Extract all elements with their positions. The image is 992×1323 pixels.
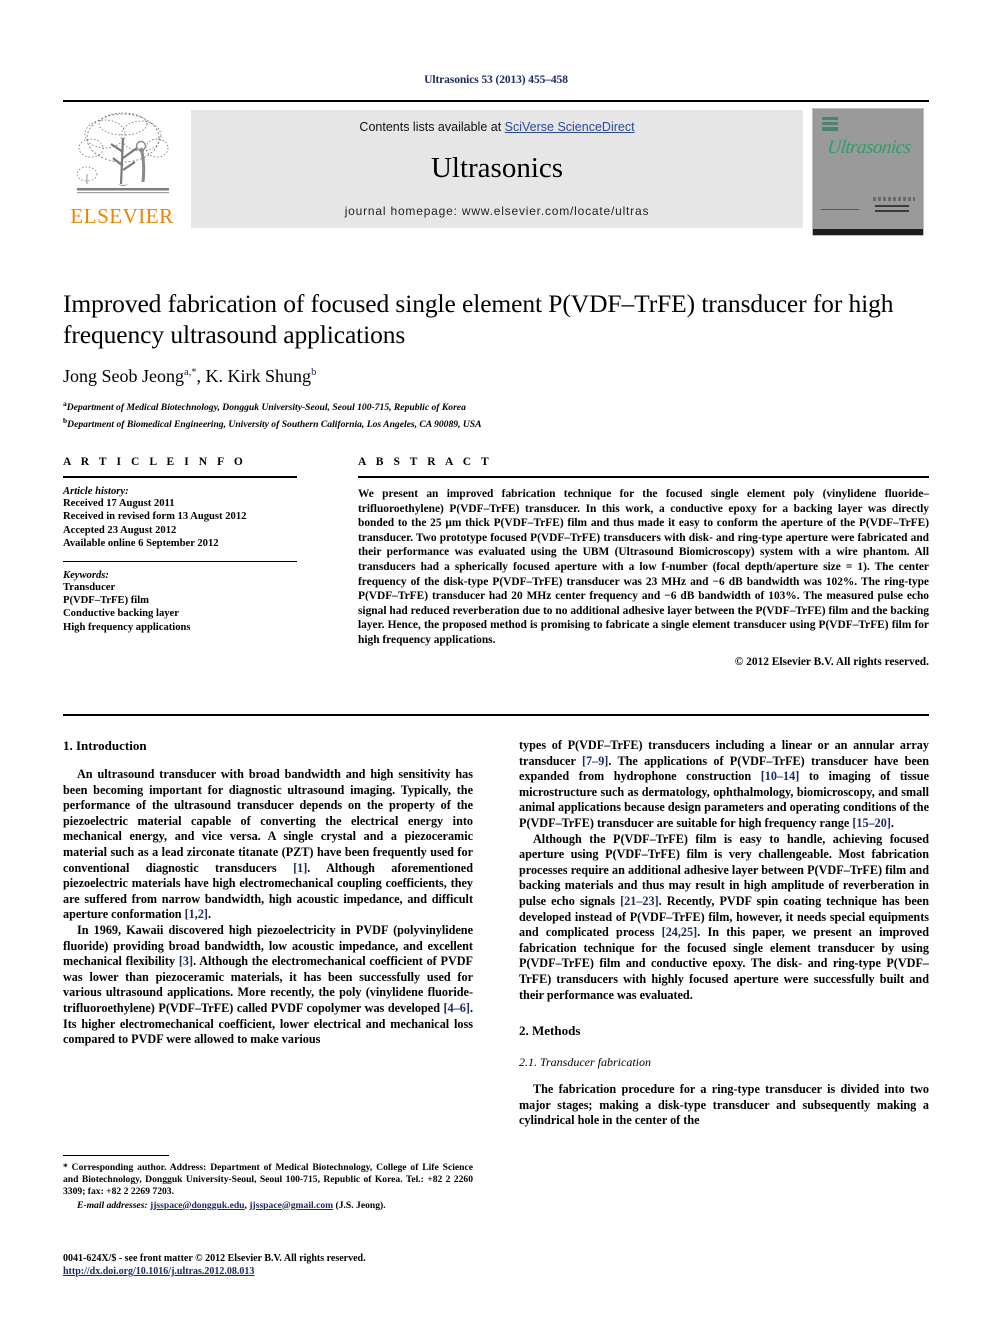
keyword-item: High frequency applications <box>63 621 191 633</box>
abstract-rule <box>358 476 929 478</box>
footnote-block: * Corresponding author. Address: Departm… <box>63 1155 473 1212</box>
contents-available-line: Contents lists available at SciVerse Sci… <box>191 120 803 134</box>
email-link-primary[interactable]: jjsspace@dongguk.edu <box>150 1200 245 1211</box>
paragraph-text: . <box>890 815 894 830</box>
imprint-block: 0041-624X/$ - see front matter © 2012 El… <box>63 1252 563 1278</box>
page-title: Improved fabrication of focused single e… <box>63 289 894 349</box>
contents-prefix: Contents lists available at <box>359 120 505 134</box>
email-note: E-mail addresses: jjsspace@dongguk.edu, … <box>77 1199 386 1211</box>
elsevier-logo: ELSEVIER <box>63 108 181 228</box>
citation-ref[interactable]: [15–20] <box>852 816 891 830</box>
paragraph-text: An ultrasound transducer with broad band… <box>63 767 473 875</box>
masthead-panel: Contents lists available at SciVerse Sci… <box>191 110 803 228</box>
section-heading-methods: 2. Methods <box>519 1023 581 1039</box>
body-column-right: types of P(VDF–TrFE) transducers includi… <box>519 738 929 1129</box>
affiliation-text: Department of Medical Biotechnology, Don… <box>66 402 466 414</box>
masthead-top-rule <box>63 100 929 102</box>
subsection-heading-transducer-fabrication: 2.1. Transducer fabrication <box>519 1055 652 1070</box>
keywords-rule <box>63 560 297 562</box>
author-list: Jong Seob Jeonga,*, K. Kirk Shungb <box>63 366 317 386</box>
paragraph: The fabrication procedure for a ring-typ… <box>519 1082 929 1128</box>
history-item: Available online 6 September 2012 <box>63 538 219 550</box>
affiliation-item: aDepartment of Medical Biotechnology, Do… <box>63 398 929 415</box>
cover-publisher-mark-icon <box>822 117 838 131</box>
paragraph: Although the P(VDF–TrFE) film is easy to… <box>519 832 929 1004</box>
abstract-text: We present an improved fabrication techn… <box>358 488 929 646</box>
cover-rule-right-bottom <box>875 210 909 212</box>
journal-title: Ultrasonics <box>430 152 564 184</box>
citation-ref[interactable]: [7–9] <box>582 754 608 768</box>
article-info-rule <box>63 476 297 478</box>
keyword-item: P(VDF–TrFE) film <box>63 595 150 607</box>
corresponding-author-note: * Corresponding author. Address: Departm… <box>63 1162 473 1198</box>
body-column-left: 1. Introduction An ultrasound transducer… <box>63 738 473 1048</box>
keywords-list: Transducer P(VDF–TrFE) film Conductive b… <box>63 581 297 635</box>
footnote-divider <box>63 1155 169 1156</box>
paragraph: An ultrasound transducer with broad band… <box>63 767 473 923</box>
info-abstract-section: A R T I C L E I N F O Article history: R… <box>63 456 929 722</box>
article-history-label: Article history: <box>63 486 129 497</box>
history-item: Received 17 August 2011 <box>63 498 175 509</box>
paragraph: In 1969, Kawaii discovered high piezoele… <box>63 923 473 1048</box>
section-heading-introduction: 1. Introduction <box>63 738 147 753</box>
author-affiliation-mark: a,* <box>184 367 197 378</box>
history-item: Accepted 23 August 2012 <box>63 524 177 536</box>
issn-copyright-line: 0041-624X/$ - see front matter © 2012 El… <box>63 1253 366 1264</box>
abstract-copyright: © 2012 Elsevier B.V. All rights reserved… <box>734 655 929 668</box>
email-link-secondary[interactable]: jjsspace@gmail.com <box>249 1200 333 1211</box>
sciencedirect-link[interactable]: SciVerse ScienceDirect <box>505 120 635 134</box>
citation-ref[interactable]: [10–14] <box>761 769 800 783</box>
citation-ref[interactable]: [3] <box>179 954 193 968</box>
title-block: Improved fabrication of focused single e… <box>63 288 929 432</box>
article-info-column: A R T I C L E I N F O Article history: R… <box>63 456 297 634</box>
doi-link[interactable]: http://dx.doi.org/10.1016/j.ultras.2012.… <box>63 1266 254 1277</box>
cover-rule-right-top <box>875 205 909 207</box>
affiliation-item: bDepartment of Biomedical Engineering, U… <box>63 415 929 432</box>
citation-ref[interactable]: [1] <box>293 861 307 875</box>
paragraph-text: . <box>207 907 212 922</box>
running-head: Ultrasonics 53 (2013) 455–458 <box>424 74 568 86</box>
paper-page: Ultrasonics 53 (2013) 455–458 ELSEVIER C… <box>0 0 992 1323</box>
affiliation-list: aDepartment of Medical Biotechnology, Do… <box>63 398 929 432</box>
elsevier-wordmark: ELSEVIER <box>70 204 174 228</box>
keyword-item: Transducer <box>63 581 116 593</box>
elsevier-tree-icon <box>71 108 175 204</box>
author-name: K. Kirk Shung <box>205 366 312 386</box>
affiliation-text: Department of Biomedical Engineering, Un… <box>67 418 482 430</box>
cover-rule-left <box>821 209 859 210</box>
abstract-heading: A B S T R A C T <box>358 456 493 468</box>
citation-ref[interactable]: [24,25] <box>662 925 698 939</box>
article-info-heading: A R T I C L E I N F O <box>63 456 247 468</box>
journal-homepage-line[interactable]: journal homepage: www.elsevier.com/locat… <box>191 204 803 218</box>
paragraph: types of P(VDF–TrFE) transducers includi… <box>519 738 929 832</box>
cover-bottom-bar <box>813 229 923 235</box>
citation-ref[interactable]: [1,2] <box>185 907 208 921</box>
citation-ref[interactable]: [21–23] <box>620 894 659 908</box>
abstract-column: A B S T R A C T We present an improved f… <box>358 456 929 668</box>
history-item: Received in revised form 13 August 2012 <box>63 511 247 523</box>
author-name: Jong Seob Jeong <box>63 366 184 386</box>
abstract-bottom-rule <box>63 714 929 716</box>
keyword-item: Conductive backing layer <box>63 608 179 620</box>
cover-text-block <box>873 197 915 201</box>
email-owner: (J.S. Jeong). <box>335 1199 386 1211</box>
keywords-label: Keywords: <box>63 569 109 581</box>
citation-ref[interactable]: [4–6] <box>444 1001 470 1015</box>
journal-masthead: ELSEVIER Contents lists available at Sci… <box>63 100 929 236</box>
article-history-list: Received 17 August 2011 Received in revi… <box>63 497 297 551</box>
cover-journal-title: Ultrasonics <box>826 137 912 158</box>
author-affiliation-mark: b <box>311 367 317 378</box>
journal-cover-thumbnail: Ultrasonics <box>812 108 924 236</box>
email-label: E-mail addresses: <box>77 1199 148 1211</box>
